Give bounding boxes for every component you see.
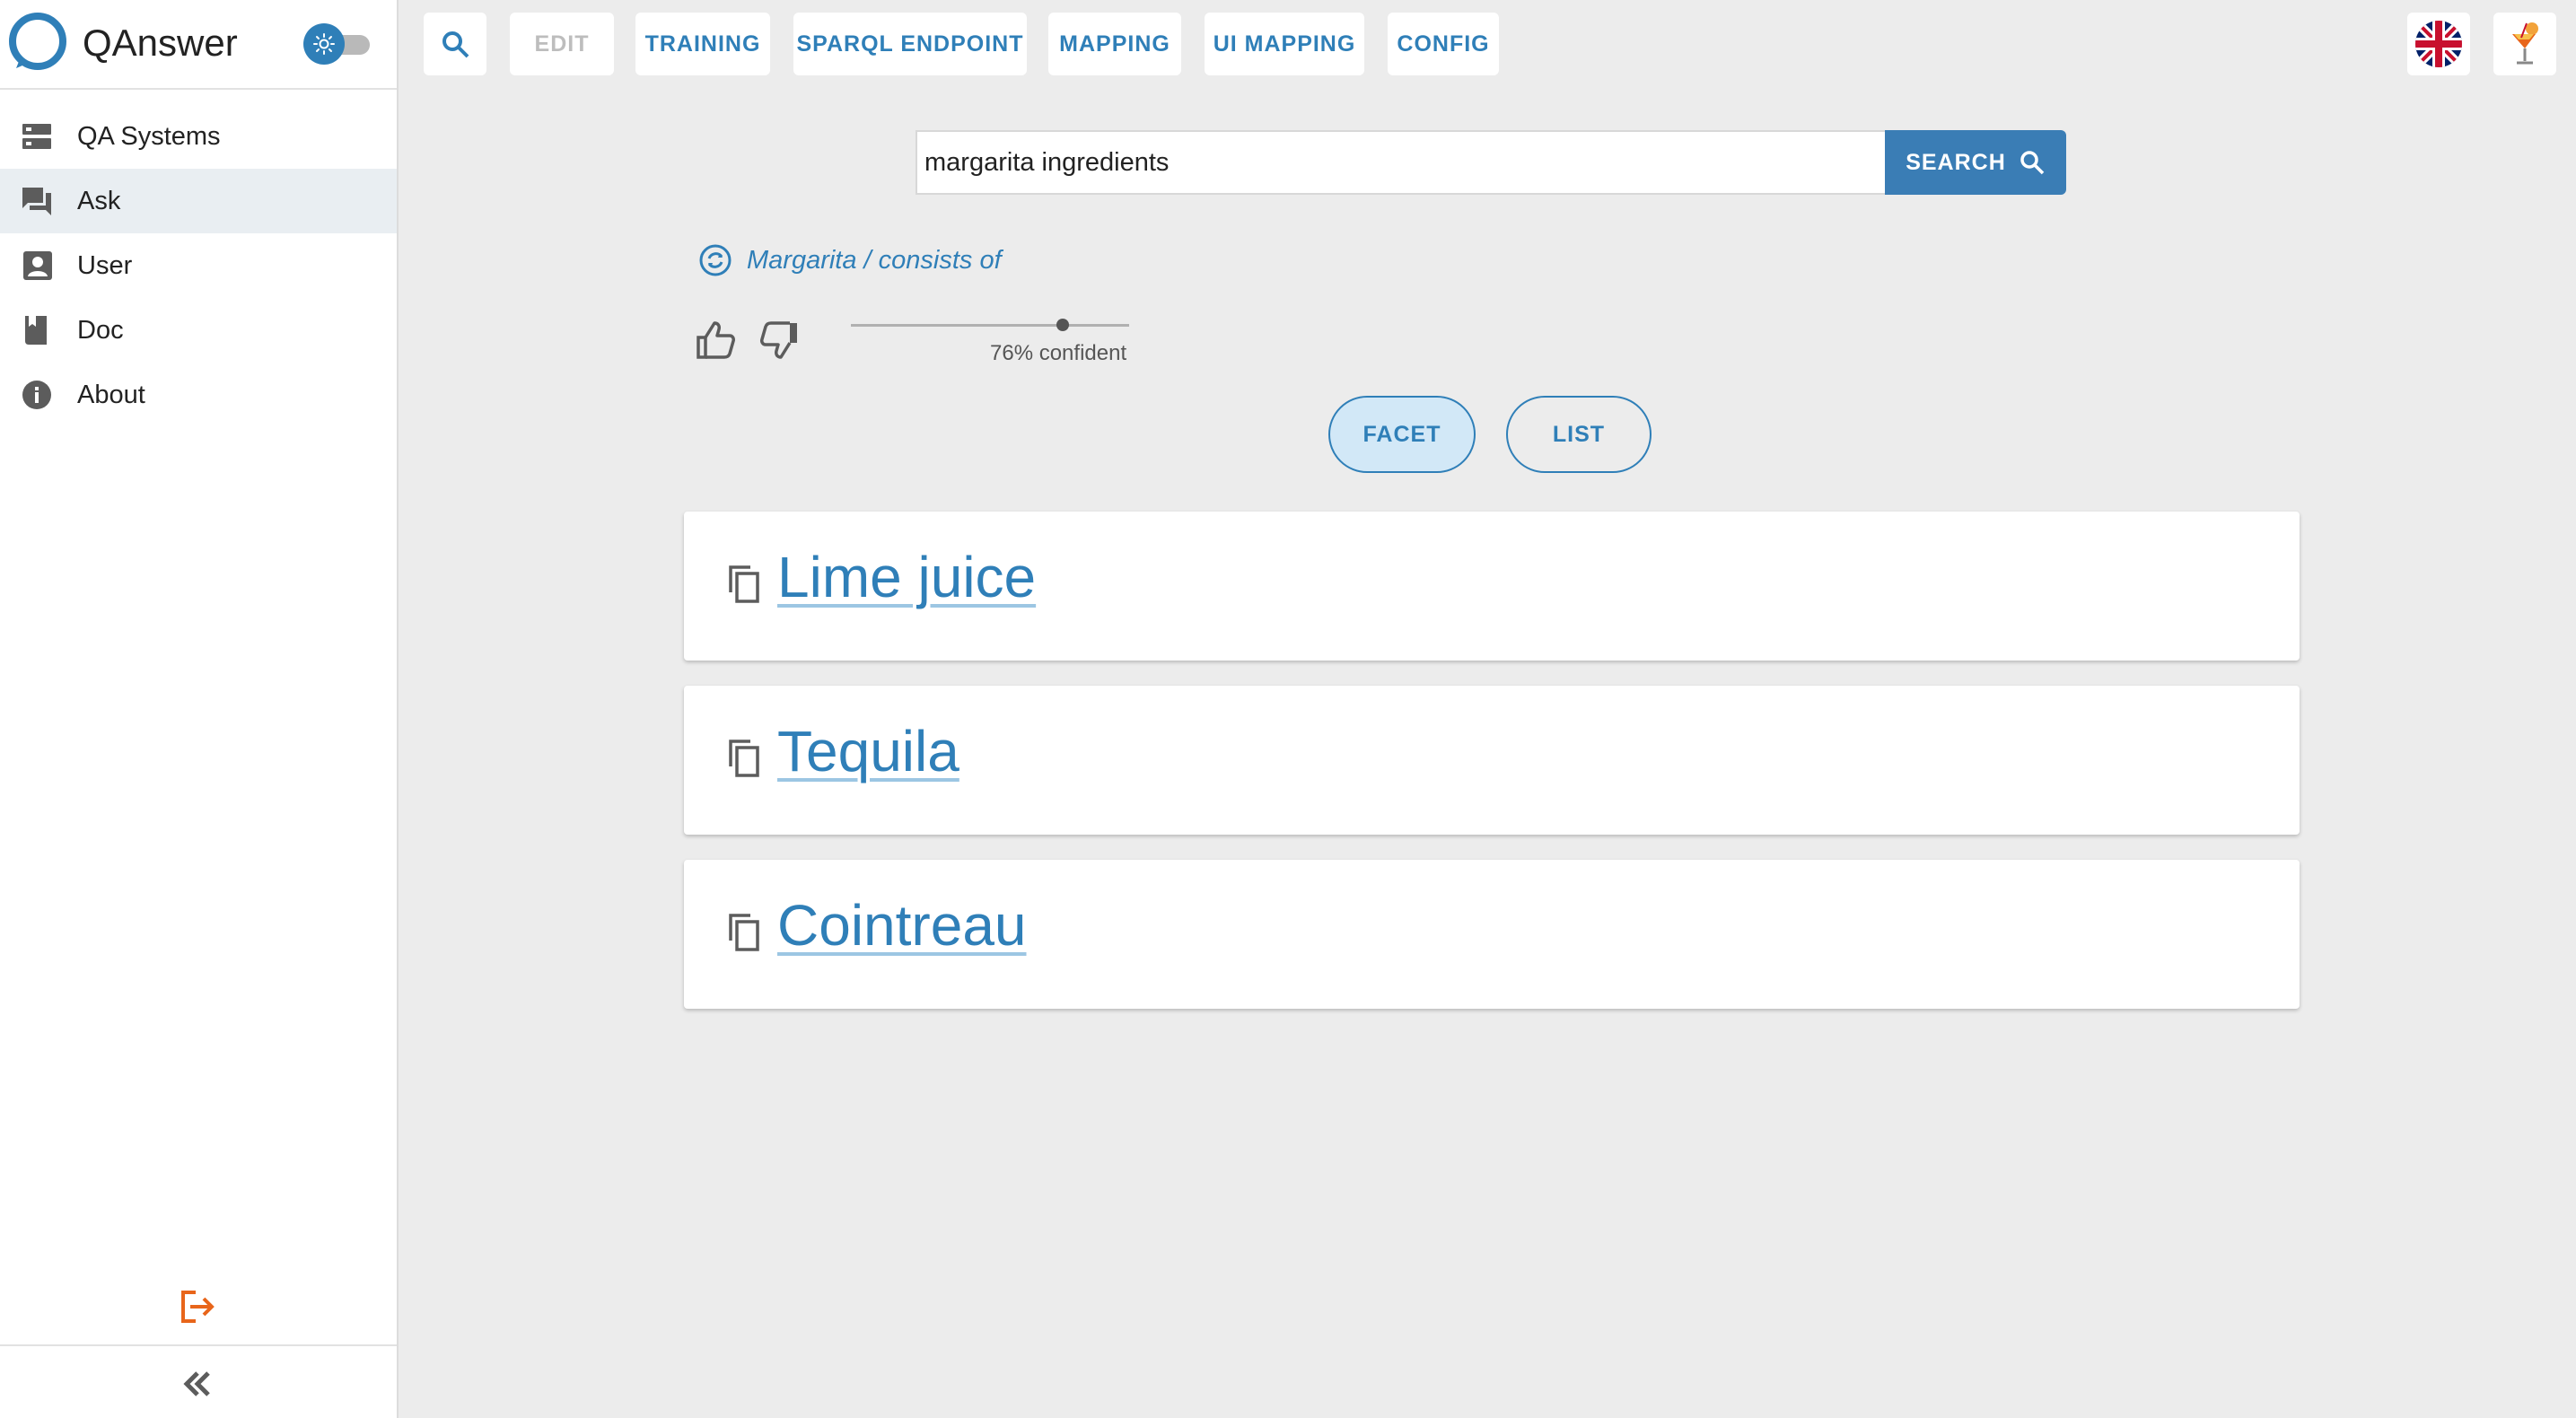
confidence-slider-thumb	[1056, 319, 1069, 331]
result-card: Tequila	[684, 686, 2300, 835]
sparql-endpoint-button[interactable]: SPARQL ENDPOINT	[793, 13, 1027, 75]
cocktail-icon	[2512, 22, 2538, 65]
sun-icon	[303, 23, 345, 65]
forum-icon	[22, 188, 51, 215]
sidebar-nav: QA Systems Ask User Doc About	[0, 104, 397, 427]
confidence-label: 76% confident	[990, 341, 1127, 365]
sidebar-item-label: Ask	[77, 187, 121, 215]
theme-toggle[interactable]	[303, 23, 375, 65]
result-card: Cointreau	[684, 860, 2300, 1009]
logout-icon[interactable]	[176, 1285, 219, 1328]
sidebar-item-label: About	[77, 381, 145, 409]
config-button[interactable]: CONFIG	[1388, 13, 1499, 75]
result-link[interactable]: Cointreau	[777, 892, 1027, 958]
result-link[interactable]: Lime juice	[777, 544, 1036, 610]
sidebar-item-about[interactable]: About	[0, 363, 397, 427]
copy-icon[interactable]	[723, 736, 763, 779]
language-button[interactable]	[2407, 13, 2470, 75]
interpretation: Margarita / consists of	[698, 242, 1002, 278]
ui-mapping-button[interactable]: UI MAPPING	[1205, 13, 1364, 75]
sidebar-item-label: User	[77, 251, 133, 280]
sidebar-item-ask[interactable]: Ask	[0, 169, 397, 233]
search-icon	[442, 31, 469, 58]
edit-button[interactable]: EDIT	[510, 13, 614, 75]
storage-icon	[22, 124, 51, 149]
list-button[interactable]: LIST	[1506, 396, 1652, 473]
facet-button[interactable]: FACET	[1328, 396, 1476, 473]
training-button[interactable]: TRAINING	[635, 13, 770, 75]
result-card: Lime juice	[684, 512, 2300, 661]
thumbs-down-icon[interactable]	[759, 319, 801, 361]
dataset-button[interactable]	[2493, 13, 2556, 75]
sidebar-item-qa-systems[interactable]: QA Systems	[0, 104, 397, 169]
sync-icon[interactable]	[698, 243, 732, 277]
sidebar-item-label: Doc	[77, 316, 124, 345]
thumbs-up-icon[interactable]	[695, 319, 736, 361]
info-icon	[22, 381, 51, 409]
search-input[interactable]	[917, 132, 1885, 193]
uk-flag-icon	[2415, 21, 2462, 67]
sidebar: QAnswer QA Systems Ask User Doc About	[0, 0, 399, 1418]
search-button-label: SEARCH	[1906, 149, 2006, 175]
interpretation-text: Margarita / consists of	[747, 245, 1002, 275]
account-box-icon	[23, 251, 52, 280]
copy-icon[interactable]	[723, 910, 763, 953]
qanswer-logo-icon	[9, 13, 66, 70]
brand-header: QAnswer	[0, 0, 397, 90]
search-field[interactable]	[916, 130, 1885, 195]
confidence-slider	[851, 319, 1129, 331]
mapping-button[interactable]: MAPPING	[1048, 13, 1181, 75]
result-link[interactable]: Tequila	[777, 718, 959, 784]
book-icon	[25, 316, 47, 345]
app-name: QAnswer	[83, 22, 238, 64]
copy-icon[interactable]	[723, 562, 763, 605]
double-chevron-left-icon[interactable]	[178, 1364, 217, 1404]
search-icon	[2020, 151, 2045, 175]
search-button[interactable]: SEARCH	[1885, 130, 2066, 195]
top-search-button[interactable]	[424, 13, 486, 75]
sidebar-item-user[interactable]: User	[0, 233, 397, 298]
sidebar-divider	[0, 1344, 397, 1346]
sidebar-item-doc[interactable]: Doc	[0, 298, 397, 363]
sidebar-item-label: QA Systems	[77, 122, 221, 151]
